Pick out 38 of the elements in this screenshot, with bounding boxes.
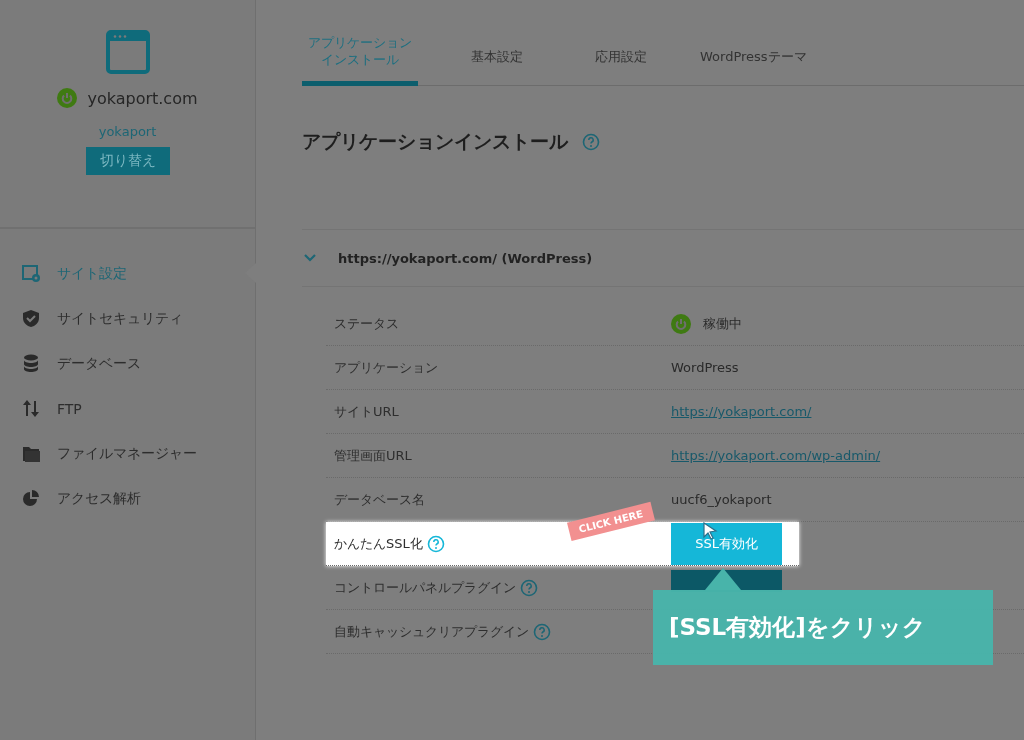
row-value: WordPress [671, 360, 739, 375]
row-label: サイトURL [334, 402, 399, 421]
site-domain: yokaport.com [87, 88, 198, 108]
row-label: 管理画面URL [334, 446, 412, 465]
row-label: かんたんSSL化 [334, 534, 423, 553]
row-label: 自動キャッシュクリアプラグイン [334, 622, 529, 641]
sidebar-item[interactable]: データベース [0, 341, 255, 386]
database-icon [22, 354, 41, 373]
section-title: https://yokaport.com/ (WordPress) [338, 250, 593, 266]
tab[interactable]: 基本設定 [452, 48, 542, 86]
browser-window-icon [105, 30, 150, 74]
row-label: アプリケーション [334, 358, 438, 377]
window-gear-icon [22, 264, 41, 283]
row-label: データベース名 [334, 490, 425, 509]
sidebar-item[interactable]: ファイルマネージャー [0, 431, 255, 476]
callout-text: [SSL有効化]をクリック [669, 613, 926, 642]
chevron-icon [304, 254, 316, 262]
folder-icon [22, 444, 41, 463]
sidebar-item[interactable]: サイトセキュリティ [0, 296, 255, 341]
url-link[interactable]: https://yokaport.com/ [671, 404, 812, 419]
user-name: yokaport [98, 124, 157, 139]
page-heading: アプリケーションインストール [302, 129, 568, 154]
row-label: ステータス [334, 314, 399, 333]
sidebar-item[interactable]: アクセス解析 [0, 476, 255, 521]
sidebar-item[interactable]: FTP [0, 386, 255, 431]
section-header[interactable]: https://yokaport.com/ (WordPress) [302, 229, 1024, 287]
switch-button[interactable]: 切り替え [85, 147, 170, 175]
tab[interactable]: 応用設定 [576, 48, 666, 86]
row-value: uucf6_yokaport [671, 492, 772, 507]
row-label: コントロールパネルプラグイン [334, 578, 516, 597]
pie-chart-icon [22, 489, 41, 508]
ssl-enable-button[interactable]: SSL有効化 [671, 522, 782, 565]
up-down-arrows-icon [22, 399, 41, 418]
status-text: 稼働中 [703, 314, 742, 333]
help-icon [582, 133, 600, 151]
shield-check-icon [22, 309, 41, 328]
tab[interactable]: WordPressテーマ [700, 48, 807, 86]
url-link[interactable]: https://yokaport.com/wp-admin/ [671, 448, 881, 463]
